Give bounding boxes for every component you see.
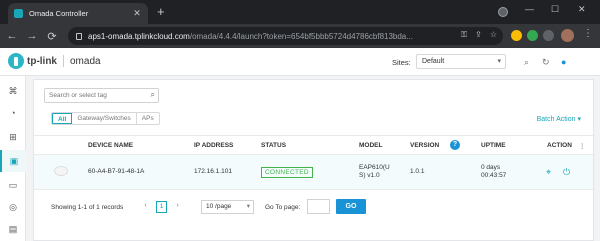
reload-button[interactable]: ⟳ [42, 30, 62, 43]
app-header: tp-link omada Sites: Default ⌕ ↻ ● [0, 48, 600, 76]
forward-button[interactable]: → [22, 30, 42, 42]
map-icon: ⊞ [9, 131, 17, 142]
table-header: DEVICE NAME IP ADDRESS STATUS MODEL VERS… [34, 135, 593, 155]
devices-panel: ⌕ All Gateway/Switches APs Batch Action … [33, 79, 594, 241]
uptime-days: 0 days [481, 164, 501, 171]
user-icon[interactable]: ● [561, 57, 566, 67]
model-line-2: S) v1.0 [359, 172, 380, 179]
logo-text: tp-link [27, 55, 57, 67]
col-status[interactable]: STATUS [261, 142, 286, 149]
records-summary: Showing 1-1 of 1 records [51, 204, 124, 211]
goto-label: Go To page: [265, 204, 301, 211]
tab-close-icon[interactable]: ✕ [132, 8, 142, 19]
locate-icon[interactable]: ⌖ [546, 167, 551, 178]
device-name[interactable]: 60-A4-B7-91-48-1A [88, 168, 144, 176]
column-settings-icon[interactable]: ⋮ [579, 142, 586, 150]
tplink-logo-icon [8, 53, 24, 69]
col-device-name[interactable]: DEVICE NAME [88, 142, 133, 149]
pagination-bar: Showing 1-1 of 1 records ‹ 1 › 10 /page … [34, 198, 593, 218]
col-version[interactable]: VERSION [410, 142, 439, 149]
browser-menu-icon[interactable]: ⋮ [583, 28, 593, 39]
tab-all[interactable]: All [52, 113, 73, 124]
share-icon[interactable]: ⇪ [475, 30, 482, 40]
sidebar-item-insight[interactable]: ◎ [0, 196, 26, 218]
col-action: ACTION [547, 142, 572, 149]
tag-search[interactable]: ⌕ [44, 88, 159, 103]
chevron-down-icon: ▾ [577, 116, 581, 123]
product-name: omada [70, 55, 101, 67]
profile-icon[interactable] [498, 7, 508, 17]
url-path: /omada/4.4.4/launch?token=654bf5bbb5724d… [189, 31, 413, 41]
table-row[interactable]: 60-A4-B7-91-48-1A 172.16.1.101 CONNECTED… [34, 155, 593, 190]
tab-gateway-switches[interactable]: Gateway/Switches [72, 113, 137, 124]
current-page[interactable]: 1 [156, 201, 167, 213]
access-point-icon [54, 166, 68, 176]
sidebar-item-dashboard[interactable]: ⌘ [0, 80, 26, 102]
refresh-icon[interactable]: ↻ [542, 57, 550, 68]
lock-icon[interactable] [76, 32, 82, 40]
uptime-time: 00:43:57 [481, 172, 507, 179]
devices-icon: ▣ [9, 155, 19, 166]
extensions-puzzle-icon[interactable] [543, 30, 554, 41]
device-filter-tabs: All Gateway/Switches APs [51, 112, 160, 125]
close-window-button[interactable]: ✕ [578, 4, 586, 15]
url-host: aps1-omada.tplinkcloud.com [88, 31, 190, 41]
sidebar-item-statistics[interactable]: ◔ [0, 102, 26, 124]
batch-action-button[interactable]: Batch Action ▾ [537, 115, 581, 123]
col-model[interactable]: MODEL [359, 142, 382, 149]
status-badge: CONNECTED [261, 167, 313, 178]
tab-aps[interactable]: APs [137, 113, 159, 124]
prev-page-button[interactable]: ‹ [139, 200, 152, 213]
log-icon: ▤ [8, 223, 18, 234]
reboot-icon[interactable]: ⏻ [563, 167, 570, 178]
brand-logo[interactable]: tp-link omada [8, 53, 101, 69]
browser-tab[interactable]: Omada Controller ✕ [8, 3, 148, 24]
address-bar[interactable]: aps1-omada.tplinkcloud.com /omada/4.4.4/… [68, 27, 503, 45]
sidebar-item-clients[interactable]: ▭ [0, 174, 26, 196]
maximize-button[interactable]: ☐ [551, 4, 559, 15]
key-icon[interactable]: ⚿ [461, 30, 467, 40]
search-input[interactable] [45, 89, 140, 102]
sites-label: Sites: [392, 58, 411, 67]
browser-avatar[interactable] [561, 29, 574, 42]
new-tab-button[interactable]: + [157, 5, 165, 18]
insight-icon: ◎ [9, 201, 17, 212]
sidebar-item-map[interactable]: ⊞ [0, 126, 26, 148]
sidebar-item-log[interactable]: ▤ [0, 218, 26, 240]
sidebar: ⌘ ◔ ⊞ ▣ ▭ ◎ ▤ [0, 76, 26, 241]
logo-divider [63, 55, 64, 67]
next-page-button[interactable]: › [171, 200, 184, 213]
model-line-1: EAP610(U [359, 164, 390, 171]
dashboard-icon: ⌘ [8, 85, 18, 96]
tab-title: Omada Controller [29, 9, 89, 18]
firmware-version: 1.0.1 [410, 168, 425, 175]
back-button[interactable]: ← [2, 30, 22, 42]
bookmark-star-icon[interactable]: ☆ [490, 30, 497, 40]
goto-page-input[interactable] [307, 199, 330, 214]
minimize-button[interactable]: — [525, 4, 534, 14]
extension-icon[interactable] [511, 30, 522, 41]
per-page-select[interactable]: 10 /page [201, 200, 254, 214]
search-icon[interactable]: ⌕ [524, 57, 529, 68]
ip-address: 172.16.1.101 [194, 168, 232, 175]
browser-tab-strip: Omada Controller ✕ + — ☐ ✕ [0, 0, 600, 24]
statistics-icon: ◔ [10, 108, 16, 118]
search-icon[interactable]: ⌕ [151, 90, 155, 100]
omada-favicon-icon [14, 9, 23, 18]
extension-check-icon[interactable] [527, 30, 538, 41]
go-button[interactable]: GO [336, 199, 366, 214]
sidebar-item-devices[interactable]: ▣ [0, 150, 26, 172]
col-uptime[interactable]: UPTIME [481, 142, 506, 149]
sites-select[interactable]: Default [416, 54, 506, 69]
browser-toolbar: ← → ⟳ aps1-omada.tplinkcloud.com /omada/… [0, 24, 600, 48]
clients-icon: ▭ [8, 179, 18, 190]
help-icon[interactable]: ? [450, 140, 460, 150]
col-ip-address[interactable]: IP ADDRESS [194, 142, 233, 149]
batch-action-label: Batch Action [536, 116, 576, 123]
